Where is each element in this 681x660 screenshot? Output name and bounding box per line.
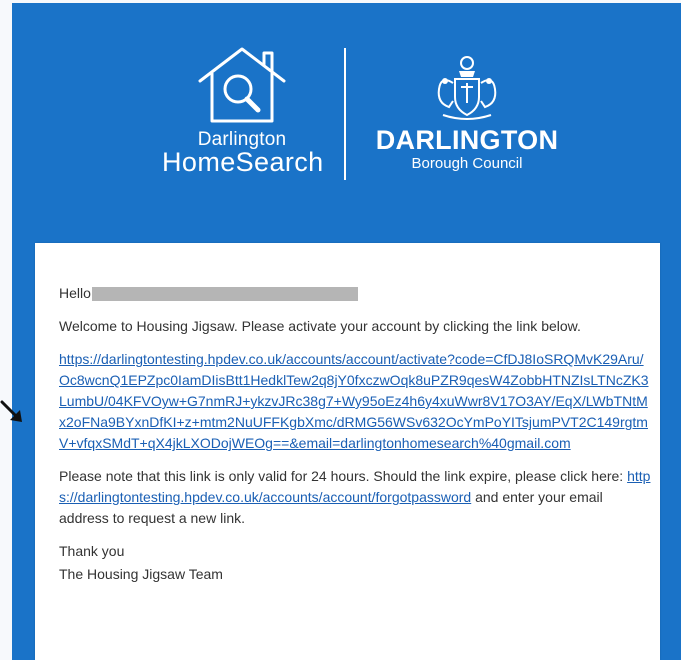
activation-link[interactable]: https://darlingtontesting.hpdev.co.uk/ac… [59,351,649,451]
email-header: Darlington HomeSearch DARLINGTON Borough… [12,3,681,243]
expiry-note: Please note that this link is only valid… [59,466,654,529]
logo-divider [344,48,346,180]
note-before-text: Please note that this link is only valid… [59,468,628,484]
redacted-name [91,286,358,301]
council-subtitle: Borough Council [411,155,523,172]
council-logo: DARLINGTON Borough Council [357,53,577,183]
homesearch-wordmark: HomeSearch [162,147,324,177]
greeting: Hello [59,283,654,304]
council-name: DARLINGTON [375,125,559,155]
pointer-arrow-icon [0,400,22,422]
house-search-icon [198,47,286,123]
homesearch-logo: Darlington HomeSearch [162,43,324,193]
email-body-card: Hello Welcome to Housing Jigsaw. Please … [35,243,660,660]
welcome-text: Welcome to Housing Jigsaw. Please activa… [59,318,581,334]
thanks-text: Thank you [59,543,125,559]
team-signature: The Housing Jigsaw Team [59,566,223,582]
email-content: Hello Welcome to Housing Jigsaw. Please … [59,283,654,585]
activation-link-paragraph: https://darlingtontesting.hpdev.co.uk/ac… [59,349,654,454]
greeting-text: Hello [59,285,91,301]
coat-of-arms-icon [437,56,497,120]
